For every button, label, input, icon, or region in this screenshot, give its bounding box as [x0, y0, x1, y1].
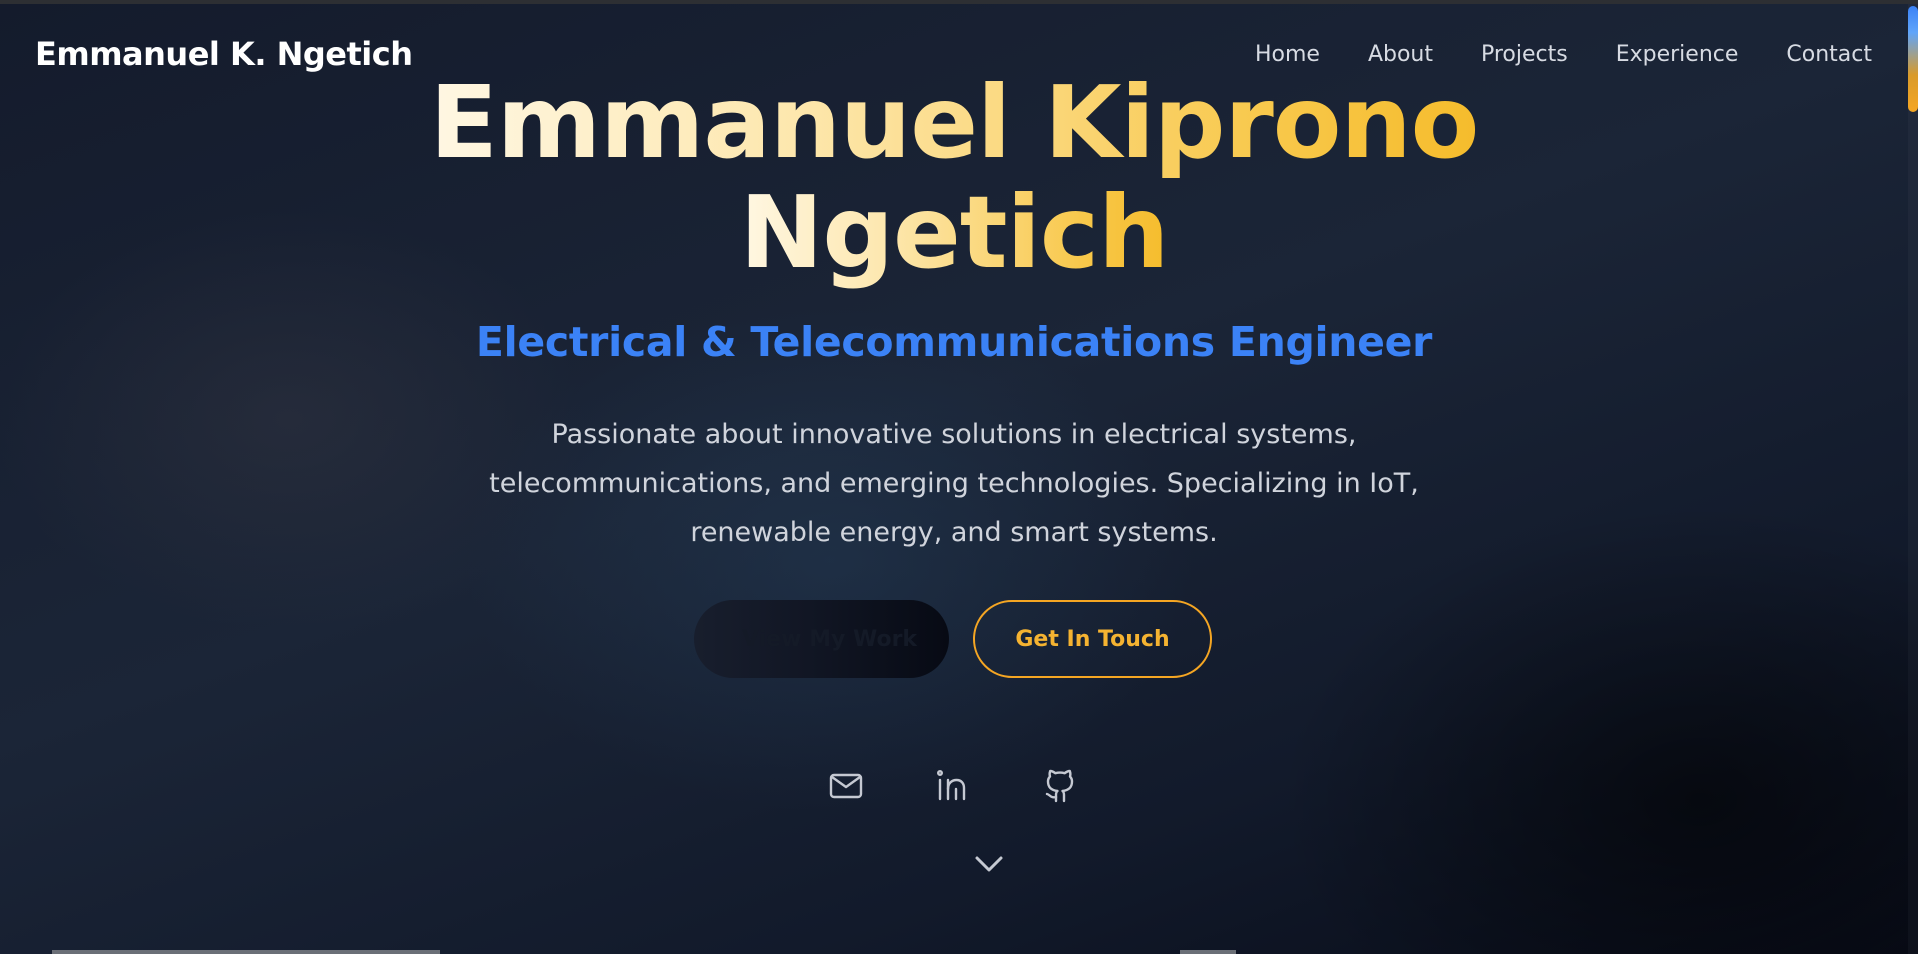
- chevron-down-icon[interactable]: [970, 845, 1008, 883]
- hero-description: Passionate about innovative solutions in…: [489, 419, 1419, 548]
- linkedin-icon[interactable]: [932, 766, 972, 806]
- bottom-mark: [1180, 950, 1236, 954]
- mail-icon[interactable]: [826, 766, 866, 806]
- hero-subtitle: Electrical & Telecommunications Engineer: [475, 318, 1433, 366]
- hero-title-line-2: Ngetich: [739, 174, 1170, 291]
- hero-title: Emmanuel Kiprono Ngetich: [0, 68, 1908, 288]
- github-icon[interactable]: [1040, 766, 1080, 806]
- scrollbar-track[interactable]: [1908, 4, 1918, 954]
- view-my-work-button[interactable]: View My Work: [694, 600, 949, 678]
- nav-link-contact[interactable]: Contact: [1786, 42, 1872, 67]
- scrollbar-thumb[interactable]: [1908, 6, 1918, 112]
- get-in-touch-button[interactable]: Get In Touch: [973, 600, 1212, 678]
- nav-link-experience[interactable]: Experience: [1616, 42, 1739, 67]
- hero-title-line-1: Emmanuel Kiprono: [429, 64, 1480, 181]
- bottom-mark: [52, 950, 440, 954]
- nav-link-projects[interactable]: Projects: [1481, 42, 1568, 67]
